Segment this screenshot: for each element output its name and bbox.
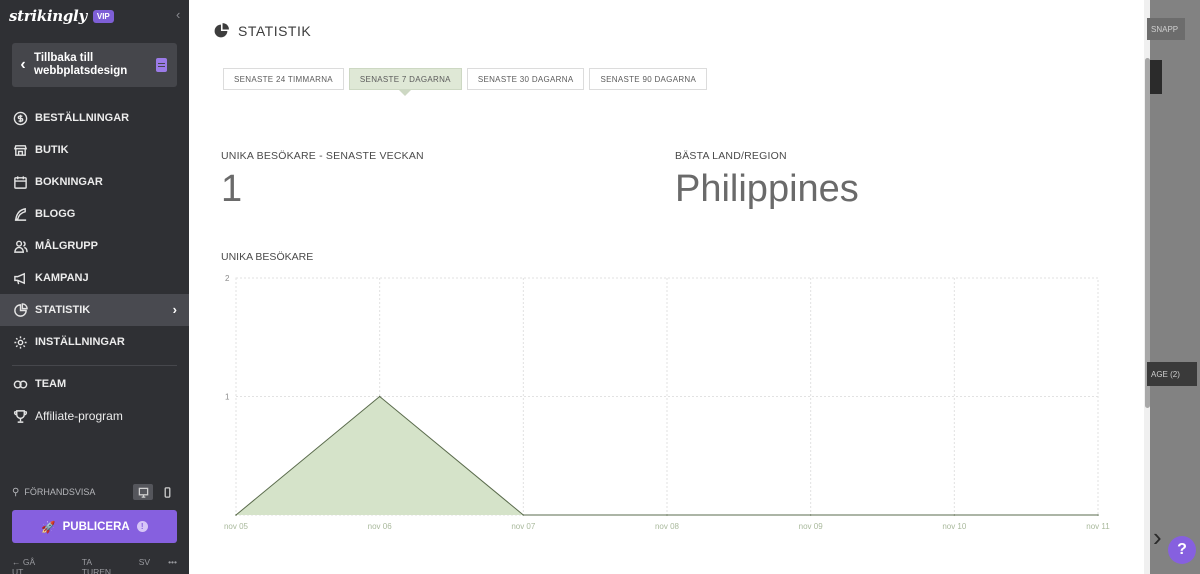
chart-x-tick-label: nov 09 <box>799 522 824 531</box>
sidebar-item-orders[interactable]: BESTÄLLNINGAR <box>0 102 189 134</box>
tab-last-30d[interactable]: SENASTE 30 DAGARNA <box>466 68 585 90</box>
top-country-value: Philippines <box>675 168 859 210</box>
chart-x-tick-label: nov 05 <box>224 522 249 531</box>
sidebar-divider <box>12 365 177 366</box>
chart-x-tick-label: nov 10 <box>942 522 967 531</box>
users-icon <box>12 238 28 254</box>
desktop-preview-button[interactable] <box>133 484 153 500</box>
sidebar-item-label: BESTÄLLNINGAR <box>35 112 130 124</box>
chart-data-point <box>666 514 668 516</box>
sidebar-item-campaign[interactable]: KAMPANJ <box>0 262 189 294</box>
chart-x-tick-label: nov 11 <box>1086 522 1110 531</box>
chart-x-tick-label: nov 07 <box>511 522 536 531</box>
preview-row: ⚲ FÖRHANDSVISA <box>12 484 177 500</box>
chart-data-point <box>522 514 525 516</box>
chart-data-point <box>1097 514 1099 516</box>
brand[interactable]: strikingly VIP <box>9 6 114 26</box>
calendar-icon <box>12 174 28 190</box>
vip-badge: VIP <box>92 9 114 23</box>
more-menu[interactable]: ••• <box>168 557 177 574</box>
tab-last-7d[interactable]: SENASTE 7 DAGARNA <box>348 68 462 96</box>
publish-label: PUBLICERA <box>62 520 130 533</box>
sidebar-item-settings[interactable]: INSTÄLLNINGAR <box>0 326 189 358</box>
preview-label[interactable]: FÖRHANDSVISA <box>24 487 95 497</box>
back-button-label: Tillbaka till webbplatsdesign <box>34 52 128 77</box>
top-country-label: BÄSTA LAND/REGION <box>675 150 787 162</box>
sidebar-item-audience[interactable]: MÅLGRUPP <box>0 230 189 262</box>
team-icon <box>12 376 28 392</box>
help-button[interactable]: ? <box>1168 536 1196 564</box>
rocket-icon: 🚀 <box>41 521 56 534</box>
document-icon <box>156 58 167 72</box>
mobile-preview-button[interactable] <box>157 484 177 500</box>
warning-icon: ! <box>136 521 148 532</box>
tab-last-24h[interactable]: SENASTE 24 TIMMARNA <box>223 68 344 90</box>
dollar-circle-icon <box>12 110 28 126</box>
sidebar-item-label: BUTIK <box>35 144 69 156</box>
sidebar-item-label: KAMPANJ <box>35 272 89 284</box>
sidebar-item-label: BOKNINGAR <box>35 176 103 188</box>
shop-icon <box>12 142 28 158</box>
page-title-text: STATISTIK <box>238 22 312 39</box>
sidebar-item-affiliate[interactable]: Affiliate-program <box>0 400 189 432</box>
chart-x-tick-label: nov 08 <box>655 522 680 531</box>
chart-x-tick-label: nov 06 <box>368 522 393 531</box>
sidebar-nav: BESTÄLLNINGAR BUTIK BOKNINGAR BLOGG MÅLG… <box>0 102 189 358</box>
brand-logo[interactable]: strikingly <box>9 7 87 25</box>
chart-y-tick-label: 2 <box>225 274 230 283</box>
main-panel: STATISTIK SENASTE 24 TIMMARNA SENASTE 7 … <box>189 0 1150 574</box>
exit-link[interactable]: ← GÅ UT <box>12 557 64 574</box>
exit-label: GÅ UT <box>12 557 36 574</box>
pie-chart-icon <box>12 302 28 318</box>
sidebar-item-label: Affiliate-program <box>35 409 123 423</box>
trophy-icon <box>12 408 28 424</box>
back-to-site-design-button[interactable]: ‹ Tillbaka till webbplatsdesign <box>12 43 177 87</box>
chevron-right-icon: › <box>172 302 177 317</box>
chart-title: UNIKA BESÖKARE <box>221 251 314 263</box>
sidebar-item-team[interactable]: TEAM <box>0 368 189 400</box>
chart-data-point <box>809 514 812 516</box>
unique-visitors-label: UNIKA BESÖKARE - SENASTE VECKAN <box>221 150 424 162</box>
sidebar-item-label: STATISTIK <box>35 304 91 316</box>
backdrop-block <box>1150 60 1162 94</box>
search-icon: ⚲ <box>12 486 20 498</box>
range-tabs: SENASTE 24 TIMMARNA SENASTE 7 DAGARNA SE… <box>223 68 708 96</box>
chevron-left-icon: ‹ <box>20 56 26 73</box>
language-link[interactable]: SV <box>139 557 150 574</box>
sidebar-footer: ← GÅ UT TA TUREN SV ••• <box>12 557 177 574</box>
visitors-chart: 1 2 nov 05 nov 06 nov 07 nov 08 nov 09 nov 10 n… <box>224 274 1110 531</box>
gear-icon <box>12 334 28 350</box>
chart-data-point <box>235 514 237 516</box>
sidebar-item-shop[interactable]: BUTIK <box>0 134 189 166</box>
backdrop-chip: SNAPP <box>1147 18 1185 40</box>
page-title: STATISTIK <box>213 22 311 39</box>
unique-visitors-value: 1 <box>221 168 243 210</box>
sidebar-item-statistics[interactable]: STATISTIK › <box>0 294 189 326</box>
megaphone-icon <box>12 270 28 286</box>
publish-button[interactable]: 🚀 PUBLICERA ! <box>12 510 177 543</box>
sidebar-item-label: MÅLGRUPP <box>35 240 98 252</box>
chevron-right-icon[interactable]: › <box>1153 522 1162 553</box>
sidebar-item-label: INSTÄLLNINGAR <box>35 336 125 348</box>
feather-icon <box>12 206 28 222</box>
chart-data-point <box>953 514 956 516</box>
chart-y-tick-label: 1 <box>225 393 230 402</box>
pie-chart-icon <box>214 23 229 38</box>
sidebar-item-label: TEAM <box>35 378 67 390</box>
editor-backdrop: SNAPP AGE (2) <box>1147 0 1200 574</box>
sidebar-item-bookings[interactable]: BOKNINGAR <box>0 166 189 198</box>
collapse-sidebar-icon[interactable]: ‹ <box>176 7 180 22</box>
sidebar-item-label: BLOGG <box>35 208 76 220</box>
sidebar: strikingly VIP ‹ ‹ Tillbaka till webbpla… <box>0 0 189 574</box>
tab-last-90d[interactable]: SENASTE 90 DAGARNA <box>589 68 708 90</box>
backdrop-chip: AGE (2) <box>1147 362 1197 386</box>
sidebar-item-blog[interactable]: BLOGG <box>0 198 189 230</box>
chart-data-point <box>378 395 381 398</box>
sidebar-nav-secondary: TEAM Affiliate-program <box>0 368 189 432</box>
tour-link[interactable]: TA TUREN <box>82 557 121 574</box>
